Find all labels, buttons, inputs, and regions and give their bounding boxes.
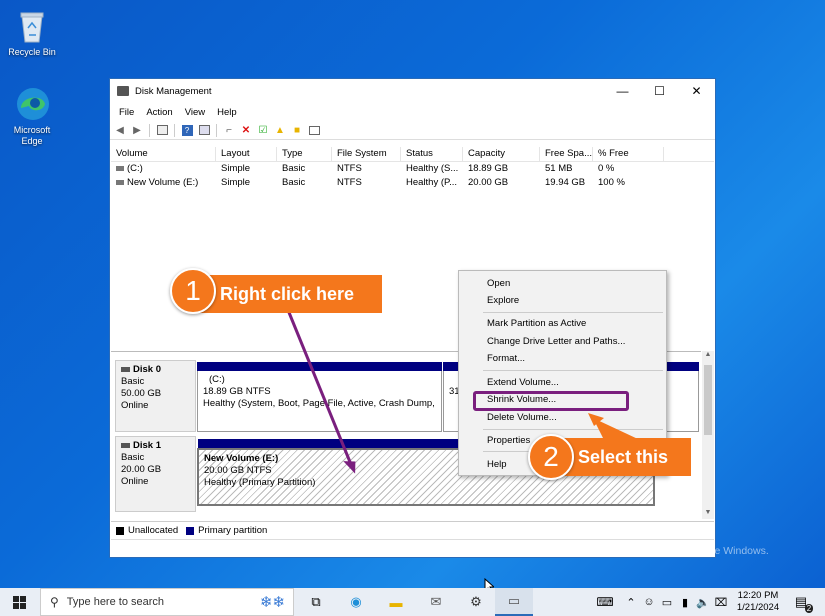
taskbar-search[interactable]: ⚲ Type here to search ❄❄ bbox=[40, 588, 294, 616]
activate-windows-title: Activate Windows bbox=[603, 526, 714, 542]
disk-management-taskbar-icon[interactable]: ▭ bbox=[495, 588, 533, 616]
settings-icon[interactable]: ⚙ bbox=[457, 588, 495, 616]
file-explorer-icon[interactable]: ▬ bbox=[377, 588, 415, 616]
clock-date: 1/21/2024 bbox=[736, 602, 780, 613]
callout-right-click: Right click here bbox=[196, 275, 382, 313]
chevron-up-icon[interactable]: ⌃ bbox=[622, 588, 640, 616]
callout-select-this: Select this bbox=[555, 438, 691, 476]
notification-badge: 2 bbox=[804, 604, 814, 613]
activate-windows-subtitle: Go to Settings to activate Windows. bbox=[603, 545, 769, 557]
edge-taskbar-icon[interactable]: ◉ bbox=[337, 588, 375, 616]
action-icon[interactable]: ⌧ bbox=[712, 588, 730, 616]
keyboard-icon[interactable]: ⌨ bbox=[590, 588, 620, 616]
task-view-icon[interactable]: ⧉ bbox=[297, 588, 335, 616]
search-icon: ⚲ bbox=[50, 595, 59, 609]
start-button[interactable] bbox=[0, 588, 38, 616]
callout-step1-text: Right click here bbox=[220, 283, 355, 304]
callout-step2-text: Select this bbox=[578, 446, 669, 467]
search-placeholder: Type here to search bbox=[66, 596, 165, 608]
clock[interactable]: 12:20 PM 1/21/2024 bbox=[733, 590, 783, 614]
volume-icon[interactable]: 🔈 bbox=[694, 588, 712, 616]
snowflake-icon: ❄❄ bbox=[259, 594, 285, 611]
taskbar: ⚲ Type here to search ❄❄ ⧉ ◉ ▬ ✉ ⚙ ▭ ⌨ ⌃… bbox=[0, 588, 825, 616]
network-icon[interactable]: ▭ bbox=[658, 588, 676, 616]
people-icon[interactable]: ☺ bbox=[640, 588, 658, 616]
notification-center-icon[interactable]: ▤ 2 bbox=[786, 588, 816, 616]
callout-step2-badge: 2 bbox=[528, 434, 574, 480]
battery-icon[interactable]: ▮ bbox=[676, 588, 694, 616]
mail-icon[interactable]: ✉ bbox=[417, 588, 455, 616]
callout-step1-badge: 1 bbox=[170, 268, 216, 314]
windows-logo-icon bbox=[12, 595, 26, 609]
annotation-arrows bbox=[286, 309, 640, 474]
clock-time: 12:20 PM bbox=[737, 590, 779, 601]
